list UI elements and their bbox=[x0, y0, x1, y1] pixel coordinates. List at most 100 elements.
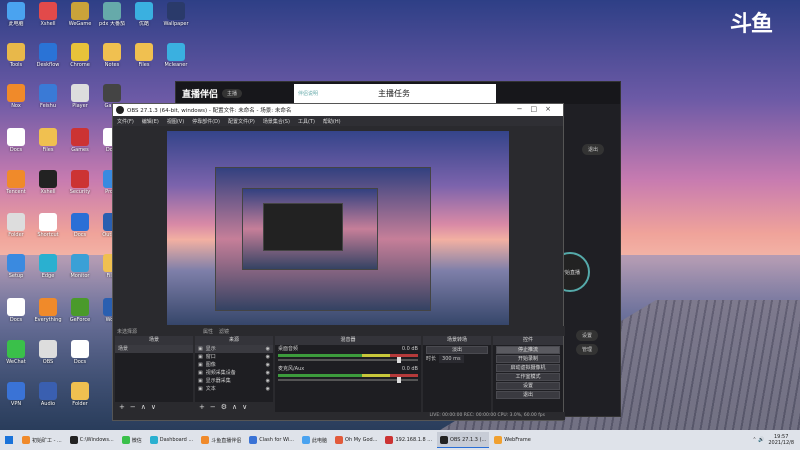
desktop-icon[interactable]: GeForce bbox=[64, 298, 96, 323]
control-button[interactable]: 开始录制 bbox=[496, 355, 560, 363]
desktop-icon[interactable]: Tencent bbox=[0, 170, 32, 195]
obs-menu-item[interactable]: 配置文件(P) bbox=[228, 118, 255, 125]
source-item[interactable]: ▣ 文本 ◉ bbox=[195, 385, 273, 393]
visibility-icon[interactable]: ◉ bbox=[266, 377, 270, 385]
control-button[interactable]: 启动虚拟摄像机 bbox=[496, 364, 560, 372]
desktop-icon[interactable]: Files bbox=[128, 43, 160, 68]
filters-button[interactable]: 滤镜 bbox=[219, 328, 229, 335]
desktop-icon[interactable]: Tools bbox=[0, 43, 32, 68]
visibility-icon[interactable]: ◉ bbox=[266, 369, 270, 377]
track-name: 桌面音频 bbox=[278, 346, 299, 352]
desktop-icon[interactable]: Edge bbox=[32, 254, 64, 279]
visibility-icon[interactable]: ◉ bbox=[266, 353, 270, 361]
desktop-icon[interactable]: pdx 大番茄 bbox=[96, 2, 128, 27]
scene-item[interactable]: 场景 bbox=[115, 345, 193, 353]
obs-menu-item[interactable]: 工具(T) bbox=[298, 118, 315, 125]
desktop-icon[interactable]: Chrome bbox=[64, 43, 96, 68]
taskbar-item[interactable]: 初始矿工 - ... bbox=[19, 432, 65, 448]
desktop-icon[interactable]: Deskflow bbox=[32, 43, 64, 68]
desktop-icon[interactable]: Monitor bbox=[64, 254, 96, 279]
zhibo-badge[interactable]: 主播 bbox=[222, 88, 243, 98]
app-icon bbox=[71, 43, 89, 61]
scenes-footer[interactable]: +−∧∨ bbox=[115, 402, 193, 412]
taskbar-item[interactable]: Dashboard ... bbox=[147, 432, 196, 448]
taskbar-item[interactable]: 此电脑 bbox=[299, 432, 330, 448]
taskbar-item[interactable]: 斗鱼直播伴侣 bbox=[198, 432, 244, 448]
desktop-icon[interactable]: Notes bbox=[96, 43, 128, 68]
desktop-icon[interactable]: Xshell bbox=[32, 170, 64, 195]
desktop-icon-label: WeGame bbox=[68, 21, 92, 27]
source-item[interactable]: ▣ 视频采集设备 ◉ bbox=[195, 369, 273, 377]
desktop-icon[interactable]: Player bbox=[64, 84, 96, 109]
obs-preview[interactable] bbox=[167, 131, 509, 325]
desktop-icon[interactable]: Xshell bbox=[32, 2, 64, 27]
desktop-icon[interactable]: Docs bbox=[64, 340, 96, 365]
desktop-icon[interactable]: Feishu bbox=[32, 84, 64, 109]
desktop-icon[interactable]: Audio bbox=[32, 382, 64, 407]
obs-menu-item[interactable]: 视图(V) bbox=[167, 118, 184, 125]
desktop-icon[interactable]: WeChat bbox=[0, 340, 32, 365]
taskbar-item[interactable]: 192.168.1.8 ... bbox=[382, 432, 435, 448]
clock[interactable]: 19:57 2021/12/8 bbox=[768, 434, 794, 446]
start-button[interactable] bbox=[0, 430, 18, 450]
visibility-icon[interactable]: ◉ bbox=[266, 385, 270, 393]
duration-input[interactable]: 300 ms bbox=[439, 355, 464, 363]
transition-type-select[interactable]: 淡出 bbox=[426, 346, 488, 354]
control-button[interactable]: 退出 bbox=[496, 391, 560, 399]
desktop-icon[interactable]: Setup bbox=[0, 254, 32, 279]
obs-menu-item[interactable]: 场景集合(S) bbox=[263, 118, 290, 125]
desktop-icon[interactable]: Everything bbox=[32, 298, 64, 323]
desktop-icon[interactable]: Files bbox=[32, 128, 64, 153]
sources-footer[interactable]: +−⚙∧∨ bbox=[195, 402, 273, 412]
source-item[interactable]: ▣ 显示 ◉ bbox=[195, 345, 273, 353]
desktop-icon[interactable]: OBS bbox=[32, 340, 64, 365]
source-item[interactable]: ▣ 窗口 ◉ bbox=[195, 353, 273, 361]
desktop-icon[interactable]: Shortcut bbox=[32, 213, 64, 238]
obs-window[interactable]: OBS 27.1.3 (64-bit, windows) - 配置文件: 未命名… bbox=[112, 103, 565, 421]
obs-menu-item[interactable]: 停靠部件(D) bbox=[192, 118, 220, 125]
volume-slider[interactable] bbox=[278, 377, 418, 383]
desktop-icon[interactable]: Docs bbox=[0, 298, 32, 323]
taskbar-item[interactable]: Clash for Wi... bbox=[246, 432, 297, 448]
control-button[interactable]: 设置 bbox=[496, 382, 560, 390]
desktop-icon[interactable]: Folder bbox=[0, 213, 32, 238]
zhibo-exit-button[interactable]: 退出 bbox=[582, 144, 605, 155]
desktop-icon[interactable]: Docs bbox=[64, 213, 96, 238]
zhibo-tab-title: 主播任务 bbox=[378, 89, 411, 98]
zhibo-settings-pill[interactable]: 设置 bbox=[576, 330, 599, 341]
volume-slider[interactable] bbox=[278, 357, 418, 363]
control-button[interactable]: 工作室模式 bbox=[496, 373, 560, 381]
visibility-icon[interactable]: ◉ bbox=[266, 361, 270, 369]
window-controls[interactable]: −□× bbox=[517, 105, 559, 113]
desktop-icon[interactable]: 优酷 bbox=[128, 2, 160, 27]
taskbar-item[interactable]: OBS 27.1.3 (... bbox=[437, 432, 490, 448]
obs-menu-item[interactable]: 文件(F) bbox=[117, 118, 134, 125]
desktop-icon[interactable]: 此电脑 bbox=[0, 2, 32, 27]
source-label: 窗口 bbox=[205, 354, 216, 360]
taskbar-item[interactable]: C:\Windows... bbox=[67, 432, 117, 448]
zhibo-tab-small[interactable]: 伴侣说明 bbox=[298, 90, 318, 97]
desktop-icon[interactable]: Games bbox=[64, 128, 96, 153]
control-button[interactable]: 停止推流 bbox=[496, 346, 560, 354]
scenes-header: 场景 bbox=[115, 336, 193, 345]
desktop-icon[interactable]: Docs bbox=[0, 128, 32, 153]
desktop-icon[interactable]: Wallpaper bbox=[160, 2, 192, 27]
desktop-icon[interactable]: Mcleaner bbox=[160, 43, 192, 68]
desktop-icon[interactable]: Security bbox=[64, 170, 96, 195]
obs-menu-item[interactable]: 帮助(H) bbox=[323, 118, 341, 125]
source-item[interactable]: ▣ 图像 ◉ bbox=[195, 361, 273, 369]
visibility-icon[interactable]: ◉ bbox=[266, 345, 270, 353]
desktop-icon[interactable]: VPN bbox=[0, 382, 32, 407]
desktop-icon[interactable]: Folder bbox=[64, 382, 96, 407]
tray-icons[interactable]: ⌃ 🔊 bbox=[752, 437, 764, 443]
zhibo-task-tab[interactable]: 伴侣说明 主播任务 bbox=[294, 84, 496, 103]
taskbar-item[interactable]: Oh My God... bbox=[332, 432, 380, 448]
desktop-icon[interactable]: WeGame bbox=[64, 2, 96, 27]
zhibo-manage-pill[interactable]: 管理 bbox=[576, 344, 599, 355]
obs-menu-item[interactable]: 编辑(E) bbox=[142, 118, 159, 125]
taskbar-item[interactable]: 微信 bbox=[119, 432, 145, 448]
taskbar-item[interactable]: WebFrame bbox=[491, 432, 533, 448]
source-item[interactable]: ▣ 显示器采集 ◉ bbox=[195, 377, 273, 385]
properties-button[interactable]: 属性 bbox=[203, 328, 213, 335]
desktop-icon[interactable]: Nox bbox=[0, 84, 32, 109]
